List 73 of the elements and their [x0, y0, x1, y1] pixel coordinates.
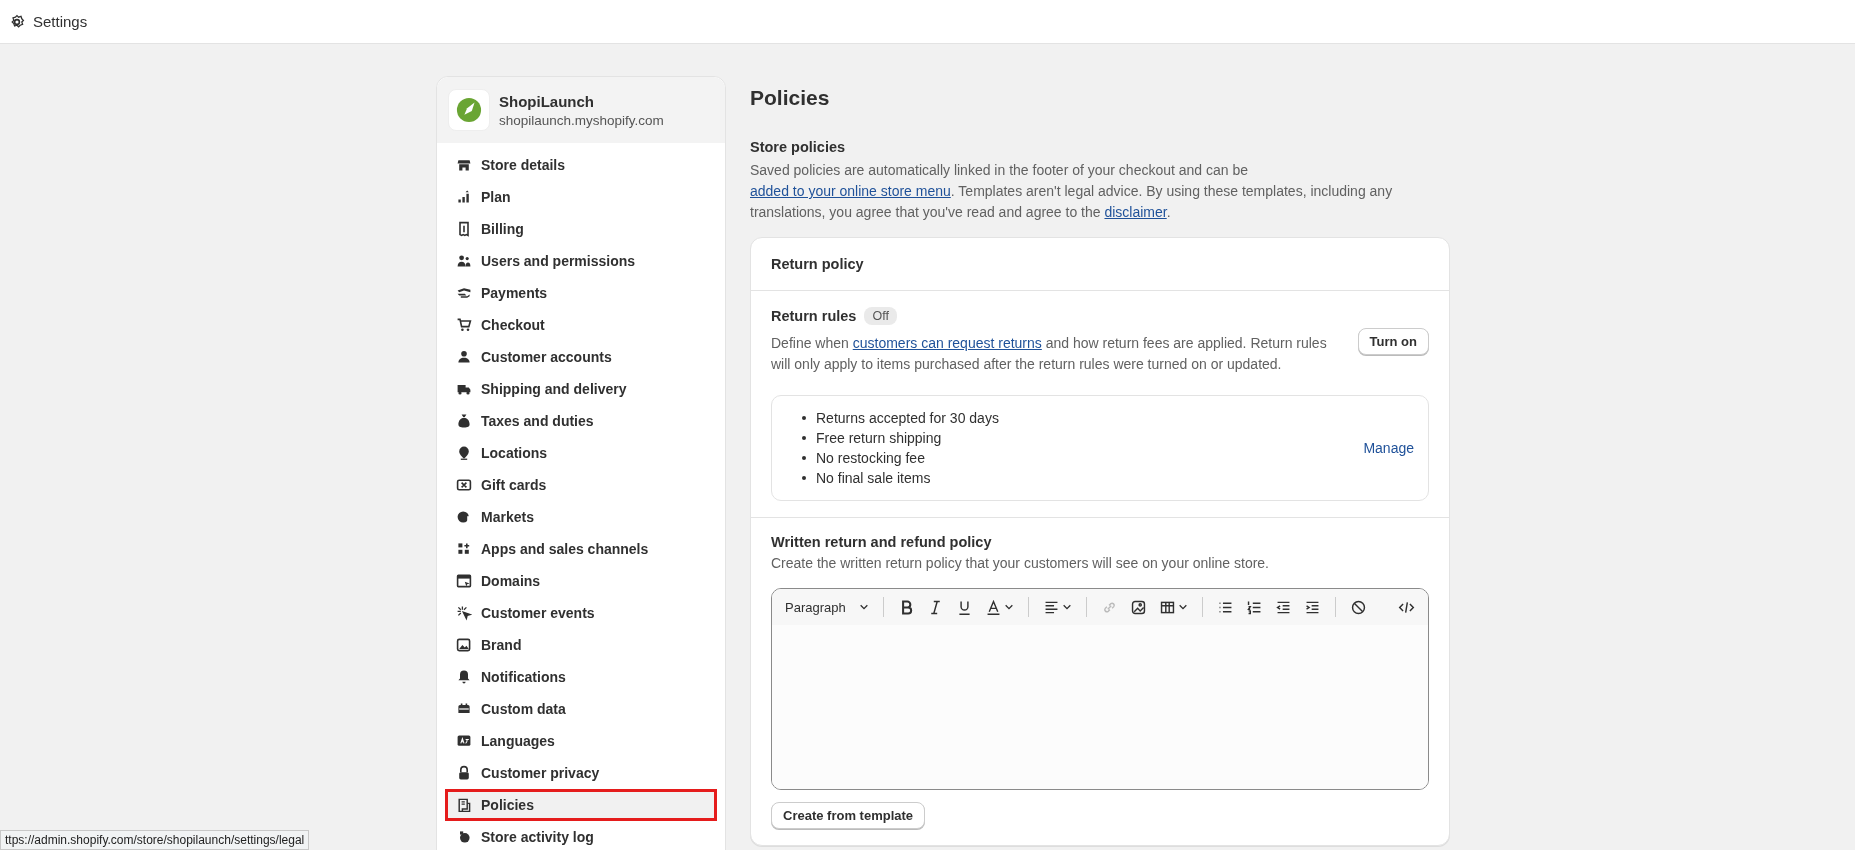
text-link[interactable]: added to your online store menu: [750, 183, 951, 199]
sidebar-item[interactable]: Taxes and duties: [445, 405, 717, 437]
browser-icon: [456, 573, 472, 589]
sidebar-item[interactable]: Plan: [445, 181, 717, 213]
chart-icon: [456, 189, 472, 205]
sidebar-item[interactable]: Languages: [445, 725, 717, 757]
person-icon: [456, 349, 472, 365]
sidebar-item[interactable]: Markets: [445, 501, 717, 533]
section-title: Store policies: [750, 139, 847, 155]
sidebar-item[interactable]: Users and permissions: [445, 245, 717, 277]
manage-link[interactable]: Manage: [1363, 440, 1414, 456]
return-rules-title: Return rules: [771, 308, 857, 324]
sidebar-item[interactable]: Billing: [445, 213, 717, 245]
caret-icon: [859, 602, 869, 612]
sidebar-item[interactable]: Domains: [445, 565, 717, 597]
cart-icon: [456, 317, 472, 333]
rule-item: No final sale items: [816, 469, 931, 488]
rule-item: Free return shipping: [816, 429, 942, 448]
written-policy-title: Written return and refund policy: [771, 534, 993, 550]
rich-text-editor[interactable]: Paragraph: [771, 588, 1429, 790]
rule-item: Returns accepted for 30 days: [816, 409, 999, 428]
sidebar-item[interactable]: Locations: [445, 437, 717, 469]
image-icon: [1130, 598, 1147, 616]
caret-icon: [1062, 602, 1072, 612]
card-title: Return policy: [751, 238, 1449, 291]
sidebar-item[interactable]: Store activity log: [445, 821, 717, 850]
sidebar-item[interactable]: Custom data: [445, 693, 717, 725]
sidebar-item[interactable]: Gift cards: [445, 469, 717, 501]
store-logo: [448, 89, 490, 131]
store-name: ShopiLaunch: [499, 92, 595, 110]
page-heading: Policies: [750, 86, 831, 110]
sidebar-item[interactable]: Customer events: [445, 597, 717, 629]
lock-icon: [456, 765, 472, 781]
text-link[interactable]: disclaimer: [1104, 204, 1167, 220]
translate-icon: [456, 733, 472, 749]
caret-icon: [1178, 602, 1188, 612]
written-policy-description: Create the written return policy that your customers will see on your online store.: [771, 554, 1270, 573]
format-dropdown[interactable]: Paragraph: [782, 596, 872, 618]
sidebar-item[interactable]: Policies: [445, 789, 717, 821]
clear-format-icon: [1350, 598, 1367, 616]
page-title: Settings: [33, 13, 88, 30]
store-icon: [456, 157, 472, 173]
sidebar-item[interactable]: Store details: [445, 149, 717, 181]
return-rules-description: Define when customers can request returns and how return fees are applied. Return rules will only apply to items purchased after the return rules were turned on or updated.: [771, 334, 1328, 374]
apps-icon: [456, 541, 472, 557]
users-icon: [456, 253, 472, 269]
text-color-icon: [985, 598, 1002, 616]
status-badge: Off: [864, 307, 897, 325]
intro-text: Saved policies are automatically linked in the footer of your checkout and can be added to your online store menu. Templates aren't legal advice. By using these templates, including any translations, you agree that you've read and agree to the disclaimer.: [750, 161, 1394, 222]
sidebar-item[interactable]: Shipping and delivery: [445, 373, 717, 405]
sidebar-item[interactable]: Notifications: [445, 661, 717, 693]
sidebar-item[interactable]: Brand: [445, 629, 717, 661]
text-link[interactable]: customers can request returns: [852, 335, 1042, 351]
gift-card-icon: [456, 477, 472, 493]
sidebar-item[interactable]: Customer accounts: [445, 341, 717, 373]
store-domain: shopilaunch.myshopify.com: [499, 112, 664, 128]
receipt-icon: [456, 221, 472, 237]
turn-on-button[interactable]: Turn on: [1357, 327, 1429, 355]
map-pin-icon: [456, 445, 472, 461]
status-url: ttps://admin.shopify.com/store/shopilaunch/settings/legal: [0, 830, 310, 850]
sidebar-item[interactable]: Apps and sales channels: [445, 533, 717, 565]
rule-item: No restocking fee: [816, 449, 925, 468]
sidebar-item[interactable]: Checkout: [445, 309, 717, 341]
scroll-icon: [456, 797, 472, 813]
cursor-click-icon: [456, 605, 472, 621]
caret-icon: [1004, 602, 1014, 612]
money-bag-icon: [456, 413, 472, 429]
sidebar-item[interactable]: Payments: [445, 277, 717, 309]
image-icon: [456, 637, 472, 653]
bell-icon: [456, 669, 472, 685]
sidebar-item[interactable]: Customer privacy: [445, 757, 717, 789]
settings-icon: [9, 13, 25, 30]
create-from-template-button[interactable]: Create from template: [771, 802, 926, 829]
